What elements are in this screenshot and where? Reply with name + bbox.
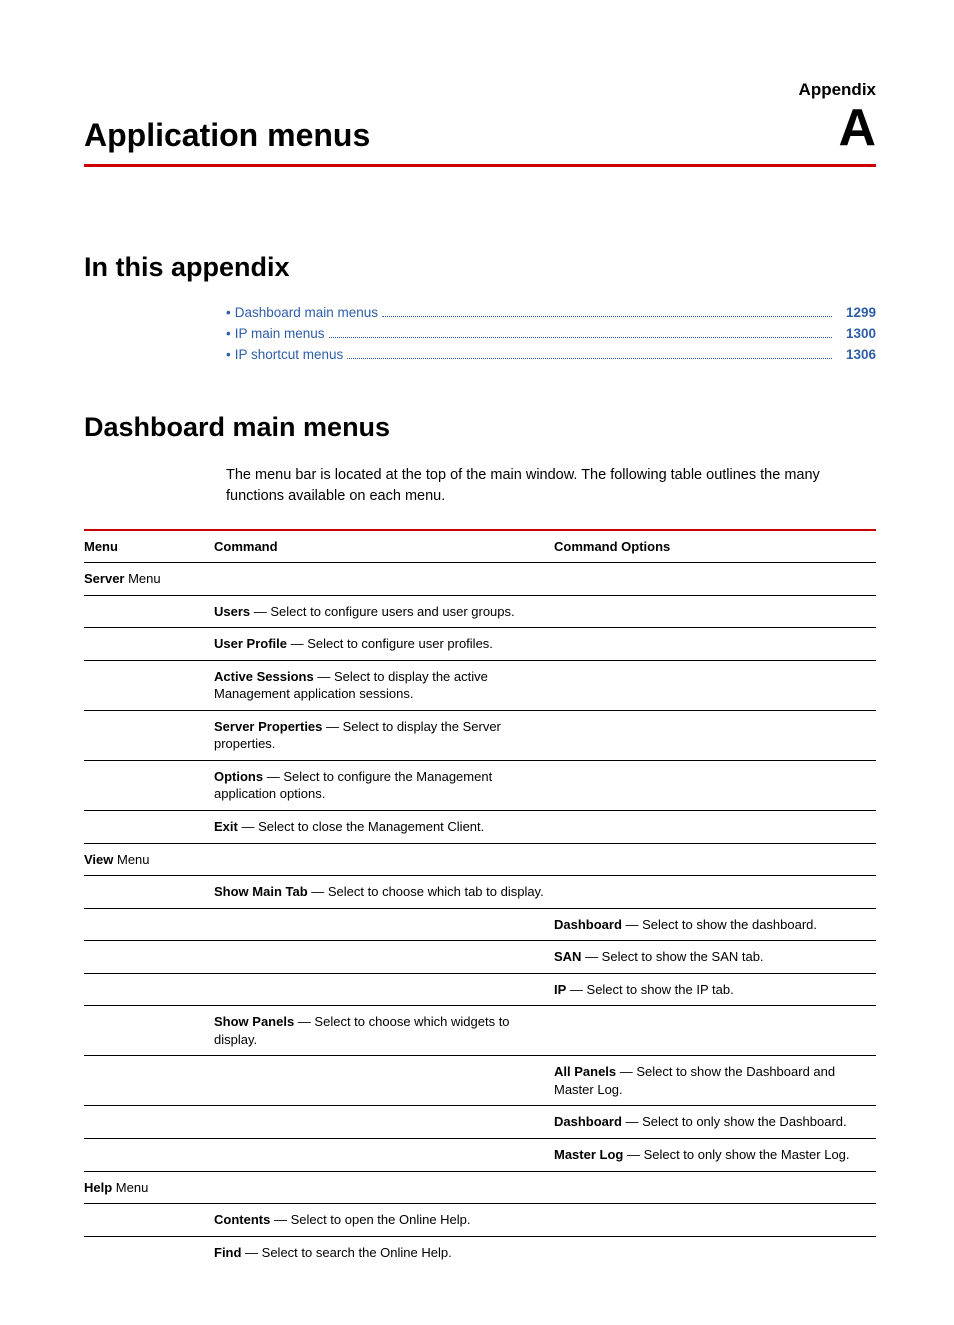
option-cell — [554, 760, 876, 810]
menu-cell: View Menu — [84, 843, 214, 876]
option-cell: Dashboard — Select to show the dashboard… — [554, 908, 876, 941]
table-menu-row: Help Menu — [84, 1171, 876, 1204]
table-row: Contents — Select to open the Online Hel… — [84, 1204, 876, 1237]
table-row: Master Log — Select to only show the Mas… — [84, 1138, 876, 1171]
appendix-letter: A — [838, 102, 876, 154]
command-cell: Show Panels — Select to choose which wid… — [214, 1006, 554, 1056]
intro-paragraph: The menu bar is located at the top of th… — [226, 465, 876, 507]
command-cell — [214, 973, 554, 1006]
table-row: Options — Select to configure the Manage… — [84, 760, 876, 810]
table-header-menu: Menu — [84, 530, 214, 563]
table-menu-row: Server Menu — [84, 563, 876, 596]
option-cell: IP — Select to show the IP tab. — [554, 973, 876, 1006]
command-cell: User Profile — Select to configure user … — [214, 628, 554, 661]
command-cell: Server Properties — Select to display th… — [214, 710, 554, 760]
table-header-command: Command — [214, 530, 554, 563]
option-cell: Dashboard — Select to only show the Dash… — [554, 1106, 876, 1139]
table-row: Dashboard — Select to show the dashboard… — [84, 908, 876, 941]
command-cell: Users — Select to configure users and us… — [214, 595, 554, 628]
table-row: Exit — Select to close the Management Cl… — [84, 810, 876, 843]
table-row: Users — Select to configure users and us… — [84, 595, 876, 628]
table-row: All Panels — Select to show the Dashboar… — [84, 1056, 876, 1106]
table-row: Show Panels — Select to choose which wid… — [84, 1006, 876, 1056]
menu-cell: Help Menu — [84, 1171, 214, 1204]
table-header-options: Command Options — [554, 530, 876, 563]
appendix-label: Appendix — [84, 80, 876, 100]
table-row: Active Sessions — Select to display the … — [84, 660, 876, 710]
toc-page[interactable]: 1300 — [836, 326, 876, 341]
toc-link[interactable]: Dashboard main menus — [235, 305, 378, 320]
command-cell: Contents — Select to open the Online Hel… — [214, 1204, 554, 1237]
table-row: SAN — Select to show the SAN tab. — [84, 941, 876, 974]
command-cell — [214, 1056, 554, 1106]
option-cell — [554, 660, 876, 710]
table-of-contents: • Dashboard main menus 1299 • IP main menus… — [226, 305, 876, 362]
toc-leader — [329, 337, 832, 338]
table-menu-row: View Menu — [84, 843, 876, 876]
option-cell — [554, 1006, 876, 1056]
option-cell — [554, 1204, 876, 1237]
toc-link[interactable]: IP shortcut menus — [235, 347, 344, 362]
command-cell — [214, 908, 554, 941]
command-cell: Active Sessions — Select to display the … — [214, 660, 554, 710]
option-cell — [554, 628, 876, 661]
toc-page[interactable]: 1306 — [836, 347, 876, 362]
option-cell — [554, 595, 876, 628]
toc-link[interactable]: IP main menus — [235, 326, 325, 341]
bullet-icon: • — [226, 305, 231, 320]
option-cell: SAN — Select to show the SAN tab. — [554, 941, 876, 974]
command-cell: Show Main Tab — Select to choose which t… — [214, 876, 554, 909]
appendix-header: Appendix Application menus A — [84, 80, 876, 167]
toc-page[interactable]: 1299 — [836, 305, 876, 320]
toc-entry: • IP main menus 1300 — [226, 326, 876, 341]
bullet-icon: • — [226, 326, 231, 341]
title-row: Application menus A — [84, 102, 876, 167]
option-cell: Master Log — Select to only show the Mas… — [554, 1138, 876, 1171]
page-title: Application menus — [84, 117, 370, 154]
command-cell: Options — Select to configure the Manage… — [214, 760, 554, 810]
option-cell — [554, 1236, 876, 1265]
table-row: IP — Select to show the IP tab. — [84, 973, 876, 1006]
command-cell — [214, 1106, 554, 1139]
table-row: Dashboard — Select to only show the Dash… — [84, 1106, 876, 1139]
option-cell — [554, 810, 876, 843]
toc-entry: • IP shortcut menus 1306 — [226, 347, 876, 362]
option-cell — [554, 710, 876, 760]
table-row: Server Properties — Select to display th… — [84, 710, 876, 760]
command-cell — [214, 941, 554, 974]
menu-cell: Server Menu — [84, 563, 214, 596]
table-row: User Profile — Select to configure user … — [84, 628, 876, 661]
menu-table: Menu Command Command Options Server Menu… — [84, 529, 876, 1265]
table-row: Find — Select to search the Online Help. — [84, 1236, 876, 1265]
option-cell: All Panels — Select to show the Dashboar… — [554, 1056, 876, 1106]
section-dashboard-main: Dashboard main menus — [84, 412, 876, 443]
toc-leader — [347, 358, 832, 359]
command-cell — [214, 1138, 554, 1171]
table-row: Show Main Tab — Select to choose which t… — [84, 876, 876, 909]
option-cell — [554, 876, 876, 909]
command-cell: Exit — Select to close the Management Cl… — [214, 810, 554, 843]
bullet-icon: • — [226, 347, 231, 362]
command-cell: Find — Select to search the Online Help. — [214, 1236, 554, 1265]
toc-entry: • Dashboard main menus 1299 — [226, 305, 876, 320]
section-in-this-appendix: In this appendix — [84, 252, 876, 283]
toc-leader — [382, 316, 832, 317]
